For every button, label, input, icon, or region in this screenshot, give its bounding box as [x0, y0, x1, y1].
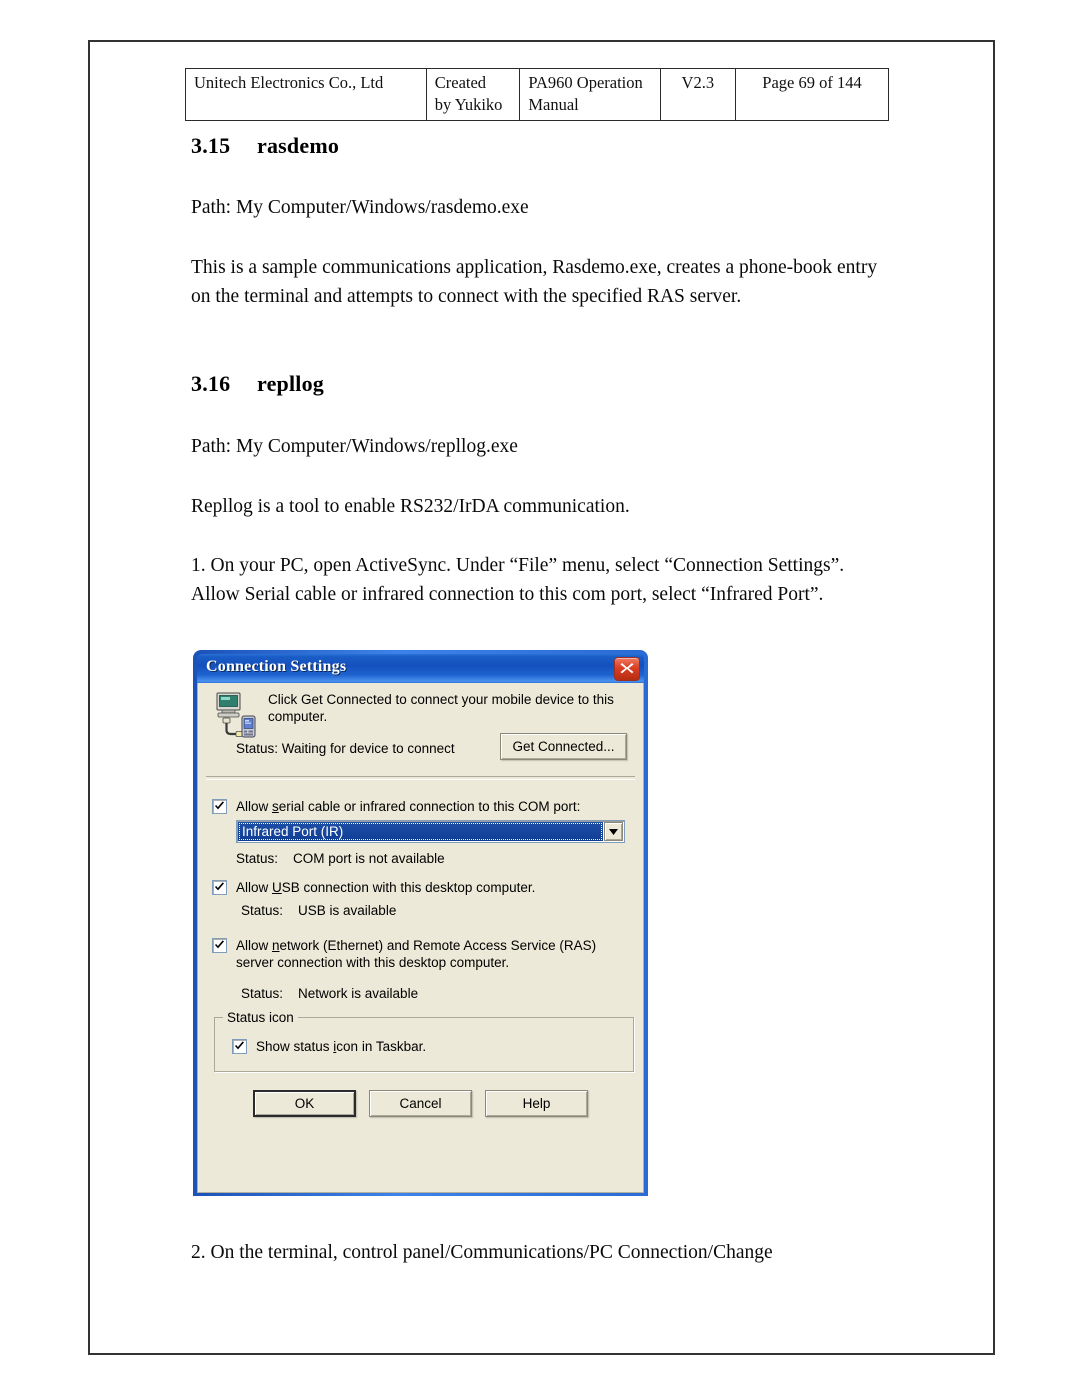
status-icon-groupbox: Status icon Show status icon in Taskbar. — [214, 1010, 634, 1072]
path-line-rasdemo: Path: My Computer/Windows/rasdemo.exe — [191, 197, 529, 218]
cancel-button[interactable]: Cancel — [369, 1090, 472, 1117]
header-cell-manual: PA960 Operation Manual — [519, 68, 661, 121]
header-cell-version: V2.3 — [659, 68, 737, 121]
status-com-port: Status: COM port is not available — [236, 851, 445, 866]
header-cell-created-by: Created by Yukiko — [425, 68, 521, 121]
label-pre: Show status — [256, 1039, 334, 1054]
checkbox-icon[interactable] — [232, 1039, 247, 1054]
instruction-step-1: 1. On your PC, open ActiveSync. Under “F… — [191, 555, 845, 605]
allow-network-checkbox-row[interactable]: Allow network (Ethernet) and Remote Acce… — [212, 937, 624, 971]
label-pre: Allow — [236, 799, 273, 814]
show-status-icon-checkbox-row[interactable]: Show status icon in Taskbar. — [232, 1038, 426, 1055]
checkbox-icon[interactable] — [212, 938, 227, 953]
section-number-3-16: 3.16 — [191, 371, 231, 396]
section-number-3-15: 3.15 — [191, 133, 231, 158]
instruction-step-2: 2. On the terminal, control panel/Commun… — [191, 1242, 773, 1263]
status-icon-group-label: Status icon — [223, 1010, 298, 1025]
label-accel: n — [272, 938, 280, 953]
status-network: Status: Network is available — [241, 986, 419, 1001]
allow-usb-label: Allow USB connection with this desktop c… — [236, 879, 535, 896]
document-header-table: Unitech Electronics Co., Ltd Created by … — [185, 68, 889, 121]
dialog-title: Connection Settings — [206, 658, 347, 675]
description-rasdemo: This is a sample communications applicat… — [191, 257, 878, 307]
help-button[interactable]: Help — [485, 1090, 588, 1117]
status-usb: Status: USB is available — [241, 903, 397, 918]
com-port-selected-value: Infrared Port (IR) — [238, 822, 603, 841]
heading-section-3-15: 3.15 rasdemo — [191, 133, 339, 159]
status-waiting-text: Status: Waiting for device to connect — [236, 741, 455, 756]
dialog-intro-text: Click Get Connected to connect your mobi… — [268, 692, 614, 724]
close-icon[interactable] — [614, 657, 640, 681]
cancel-button-label: Cancel — [399, 1096, 442, 1111]
get-connected-button[interactable]: Get Connected... — [500, 733, 627, 760]
checkbox-icon[interactable] — [212, 880, 227, 895]
label-post: etwork (Ethernet) and Remote Access Serv… — [236, 938, 597, 970]
ok-button-label: OK — [294, 1096, 315, 1111]
description-repllog: Repllog is a tool to enable RS232/IrDA c… — [191, 496, 630, 517]
label-pre: Allow — [236, 938, 273, 953]
dialog-body: Click Get Connected to connect your mobi… — [197, 683, 644, 1193]
label-pre: Allow — [236, 880, 273, 895]
label-accel: s — [272, 799, 279, 814]
connection-status-panel: Click Get Connected to connect your mobi… — [198, 683, 643, 771]
dialog-button-row: OK Cancel Help — [198, 1090, 643, 1117]
section-title-3-15: rasdemo — [257, 133, 340, 158]
label-post: erial cable or infrared connection to th… — [278, 799, 581, 814]
horizontal-divider — [206, 776, 635, 780]
allow-network-label: Allow network (Ethernet) and Remote Acce… — [236, 937, 621, 971]
allow-serial-checkbox-row[interactable]: Allow serial cable or infrared connectio… — [212, 798, 580, 815]
label-post: SB connection with this desktop computer… — [281, 880, 536, 895]
computer-device-icon — [215, 691, 257, 741]
get-connected-label: Get Connected... — [512, 739, 615, 754]
allow-usb-checkbox-row[interactable]: Allow USB connection with this desktop c… — [212, 879, 535, 896]
label-post: con in Taskbar. — [336, 1039, 427, 1054]
connection-settings-dialog: Connection Settings Click Get Connected … — [193, 650, 648, 1196]
help-button-label: Help — [522, 1096, 551, 1111]
show-status-icon-label: Show status icon in Taskbar. — [256, 1038, 426, 1055]
checkbox-icon[interactable] — [212, 799, 227, 814]
path-line-repllog: Path: My Computer/Windows/repllog.exe — [191, 436, 518, 457]
header-created-text: Created by Yukiko — [434, 73, 503, 114]
com-port-combobox[interactable]: Infrared Port (IR) — [236, 820, 625, 843]
section-title-3-16: repllog — [257, 371, 324, 396]
dialog-titlebar[interactable]: Connection Settings — [197, 654, 644, 683]
table-row: Unitech Electronics Co., Ltd Created by … — [185, 68, 889, 121]
heading-section-3-16: 3.16 repllog — [191, 371, 324, 397]
header-cell-company: Unitech Electronics Co., Ltd — [185, 68, 427, 121]
ok-button[interactable]: OK — [253, 1090, 356, 1117]
header-cell-page: Page 69 of 144 — [735, 68, 889, 121]
chevron-down-icon[interactable] — [604, 822, 623, 841]
allow-serial-label: Allow serial cable or infrared connectio… — [236, 798, 580, 815]
label-accel: U — [272, 880, 282, 895]
header-manual-text: PA960 Operation Manual — [528, 73, 643, 114]
